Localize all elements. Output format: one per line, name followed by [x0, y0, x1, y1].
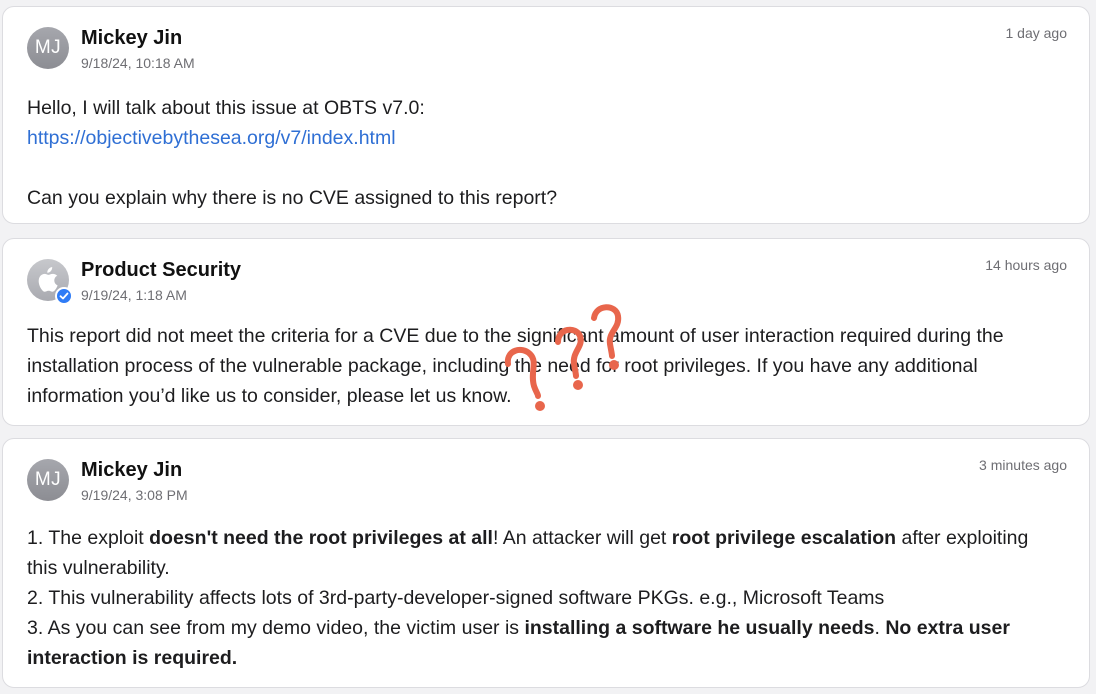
message-card: MJ Mickey Jin 9/18/24, 10:18 AM 1 day ag…	[2, 6, 1090, 224]
avatar[interactable]	[27, 259, 73, 305]
avatar-initials: MJ	[34, 37, 62, 58]
author-name: Mickey Jin	[81, 27, 183, 49]
message-text: Hello, I will talk about this issue at O…	[27, 97, 425, 119]
author-name: Product Security	[81, 259, 242, 281]
question-marks-icon	[504, 304, 622, 411]
message-date: 9/18/24, 10:18 AM	[81, 55, 195, 71]
message-point-3: 3. As you can see from my demo video, th…	[27, 617, 1010, 669]
apple-logo-icon	[38, 267, 58, 292]
author-name: Mickey Jin	[81, 459, 183, 481]
avatar[interactable]: MJ	[27, 459, 69, 501]
message-date: 9/19/24, 3:08 PM	[81, 487, 188, 503]
relative-time: 1 day ago	[1005, 25, 1068, 41]
relative-time: 14 hours ago	[985, 257, 1067, 273]
avatar[interactable]: MJ	[27, 27, 69, 69]
message-body: Hello, I will talk about this issue at O…	[27, 93, 1063, 213]
message-point-1: 1. The exploit doesn't need the root pri…	[27, 527, 1029, 579]
message-date: 9/19/24, 1:18 AM	[81, 287, 187, 303]
verified-check-icon	[55, 287, 73, 305]
message-card: MJ Mickey Jin 9/19/24, 3:08 PM 3 minutes…	[2, 438, 1090, 688]
relative-time: 3 minutes ago	[979, 457, 1067, 473]
obts-link[interactable]: https://objectivebythesea.org/v7/index.h…	[27, 127, 396, 149]
message-point-2: 2. This vulnerability affects lots of 3r…	[27, 587, 885, 609]
message-body: 1. The exploit doesn't need the root pri…	[27, 523, 1063, 673]
avatar-initials: MJ	[34, 469, 62, 490]
message-text: Can you explain why there is no CVE assi…	[27, 187, 558, 209]
